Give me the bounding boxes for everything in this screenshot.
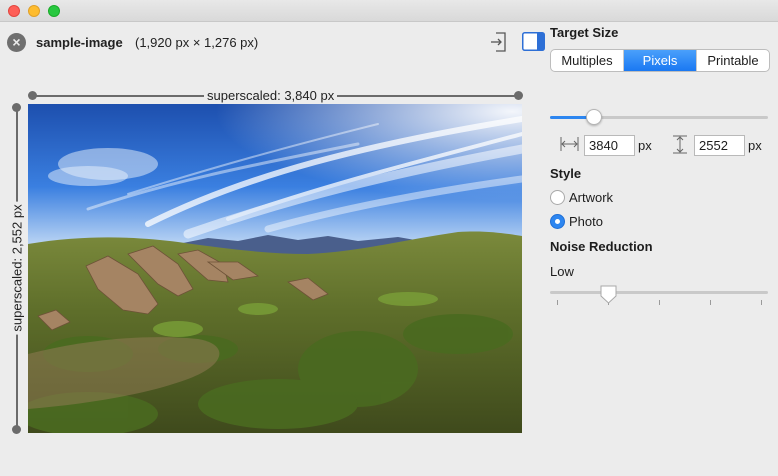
width-arrows-icon (560, 137, 579, 151)
style-artwork-radio[interactable] (550, 190, 565, 205)
scale-slider-thumb[interactable] (585, 109, 602, 125)
noise-level-label: Low (550, 264, 574, 279)
width-field[interactable] (584, 135, 635, 156)
style-photo-radio[interactable] (550, 214, 565, 229)
file-name: sample-image (36, 35, 123, 50)
file-dimensions: (1,920 px × 1,276 px) (135, 35, 259, 50)
width-dimension-start (28, 91, 37, 100)
window-close-button[interactable] (8, 5, 20, 17)
noise-slider-thumb[interactable] (600, 285, 617, 304)
target-size-title: Target Size (550, 25, 619, 40)
height-dimension-start (12, 103, 21, 112)
style-title: Style (550, 166, 582, 181)
app-window: × sample-image (1,920 px × 1,276 px) sup… (0, 0, 778, 476)
style-photo-label[interactable]: Photo (569, 214, 603, 229)
height-arrows-icon (673, 135, 687, 154)
mode-multiples[interactable]: Multiples (551, 50, 624, 71)
noise-tick (659, 300, 660, 305)
noise-slider-track[interactable] (550, 291, 768, 294)
window-minimize-button[interactable] (28, 5, 40, 17)
noise-tick (557, 300, 558, 305)
image-preview (28, 104, 522, 433)
height-dimension-label: superscaled: 2,552 px (9, 201, 25, 335)
x-circle-icon[interactable]: × (7, 33, 26, 52)
noise-tick (761, 300, 762, 305)
mode-printable[interactable]: Printable (697, 50, 769, 71)
window-zoom-button[interactable] (48, 5, 60, 17)
mode-pixels[interactable]: Pixels (624, 50, 697, 71)
sidebar-toggle-icon[interactable] (522, 32, 545, 51)
title-bar (0, 0, 778, 22)
width-unit: px (638, 138, 652, 153)
height-unit: px (748, 138, 762, 153)
noise-tick (710, 300, 711, 305)
width-dimension-label: superscaled: 3,840 px (204, 88, 338, 103)
target-size-mode-control: Multiples Pixels Printable (550, 49, 770, 72)
style-artwork-label[interactable]: Artwork (569, 190, 613, 205)
height-field[interactable] (694, 135, 745, 156)
export-icon[interactable] (490, 31, 510, 53)
height-dimension-end (12, 425, 21, 434)
width-dimension-end (514, 91, 523, 100)
noise-reduction-title: Noise Reduction (550, 239, 653, 254)
